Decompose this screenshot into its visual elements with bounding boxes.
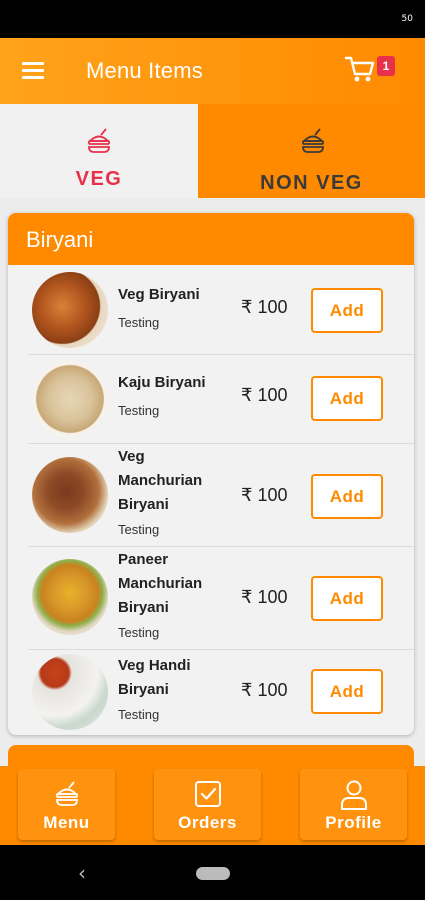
add-button[interactable]: Add <box>311 474 383 519</box>
menu-list[interactable]: Biryani Veg Biryani Testing ₹ 100 Add Ka… <box>0 198 425 766</box>
category-tabs: VEG NON VEG <box>0 104 425 198</box>
status-bar: 50 <box>0 0 425 38</box>
home-pill-icon[interactable] <box>196 867 230 880</box>
bottom-nav: Menu Orders Profile <box>0 766 425 845</box>
list-item: Veg Handi Biryani Testing ₹ 100 Add <box>8 650 414 735</box>
item-price: ₹ 100 <box>241 587 288 607</box>
item-description: Testing <box>118 522 160 537</box>
nav-orders-button[interactable]: Orders <box>154 769 261 840</box>
item-name: Kaju Biryani <box>118 374 206 391</box>
food-image <box>32 654 108 730</box>
tab-veg-label: VEG <box>75 168 123 190</box>
system-nav-bar: ‹ <box>0 845 425 900</box>
list-item: Veg Biryani Testing ₹ 100 Add <box>8 265 414 355</box>
food-icon <box>55 781 79 806</box>
item-name: Veg Biryani <box>118 286 200 303</box>
nav-profile-button[interactable]: Profile <box>300 769 407 840</box>
person-icon <box>341 780 367 810</box>
food-image <box>32 457 108 533</box>
item-name: Paneer Manchurian Biryani <box>118 551 203 616</box>
tab-veg[interactable]: VEG <box>0 104 198 198</box>
cart-count-badge: 1 <box>377 56 395 76</box>
list-item: Kaju Biryani Testing ₹ 100 Add <box>8 355 414 443</box>
page-title: Menu Items <box>86 58 203 83</box>
back-icon[interactable]: ‹ <box>78 861 86 885</box>
add-button[interactable]: Add <box>311 376 383 421</box>
item-price: ₹ 100 <box>241 385 288 405</box>
category-card: Biryani Veg Biryani Testing ₹ 100 Add Ka… <box>8 213 414 735</box>
next-category-card <box>8 745 414 766</box>
add-button[interactable]: Add <box>311 669 383 714</box>
list-item: Veg Manchurian Biryani Testing ₹ 100 Add <box>8 444 414 546</box>
tab-non-veg-label: NON VEG <box>260 172 363 194</box>
add-button[interactable]: Add <box>311 288 383 333</box>
food-image <box>32 361 108 437</box>
item-price: ₹ 100 <box>241 297 288 317</box>
food-image <box>32 272 108 348</box>
nav-menu-label: Menu <box>43 813 90 832</box>
food-image <box>32 559 108 635</box>
checkbox-icon <box>195 781 221 807</box>
cart-icon <box>344 56 375 82</box>
add-button[interactable]: Add <box>311 576 383 621</box>
item-name: Veg Manchurian Biryani <box>118 448 203 513</box>
nav-orders-label: Orders <box>178 813 237 832</box>
item-description: Testing <box>118 403 160 418</box>
nav-profile-label: Profile <box>325 813 382 832</box>
list-item: Paneer Manchurian Biryani Testing ₹ 100 … <box>8 547 414 649</box>
item-price: ₹ 100 <box>241 485 288 505</box>
item-description: Testing <box>118 315 160 330</box>
status-clock: 50 <box>401 14 413 24</box>
item-description: Testing <box>118 625 160 640</box>
food-icon <box>301 128 325 153</box>
nav-menu-button[interactable]: Menu <box>18 769 115 840</box>
hamburger-menu-icon[interactable] <box>22 62 44 80</box>
food-icon <box>87 128 111 153</box>
category-title: Biryani <box>8 213 414 265</box>
app-bar: Menu Items 1 <box>0 38 425 104</box>
tab-non-veg[interactable]: NON VEG <box>198 104 425 198</box>
item-description: Testing <box>118 707 160 722</box>
item-price: ₹ 100 <box>241 680 288 700</box>
item-name: Veg Handi Biryani <box>118 657 191 698</box>
